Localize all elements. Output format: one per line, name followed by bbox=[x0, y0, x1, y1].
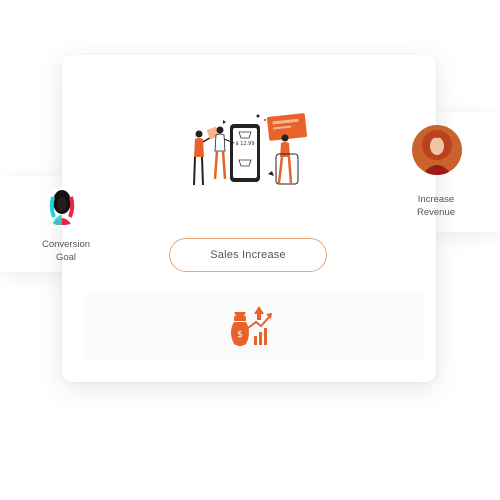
sales-increase-button[interactable]: Sales Increase bbox=[169, 238, 327, 272]
conversion-goal-avatar bbox=[46, 187, 78, 225]
svg-text:$: $ bbox=[237, 330, 243, 340]
increase-revenue-line2: Revenue bbox=[416, 207, 456, 218]
conversion-goal-line2: Goal bbox=[55, 252, 77, 263]
increase-revenue-label: Increase Revenue bbox=[400, 193, 472, 219]
conversion-goal-line1: Conversion bbox=[41, 239, 91, 250]
sales-team-illustration-icon: $ 12.99 bbox=[193, 113, 307, 186]
conversion-goal-label: Conversion Goal bbox=[26, 238, 106, 264]
increase-revenue-avatar bbox=[412, 125, 462, 175]
money-bag-growth-icon: $ bbox=[231, 306, 272, 346]
increase-revenue-line1: Increase bbox=[417, 194, 455, 205]
svg-text:$ 12.99: $ 12.99 bbox=[235, 141, 254, 147]
